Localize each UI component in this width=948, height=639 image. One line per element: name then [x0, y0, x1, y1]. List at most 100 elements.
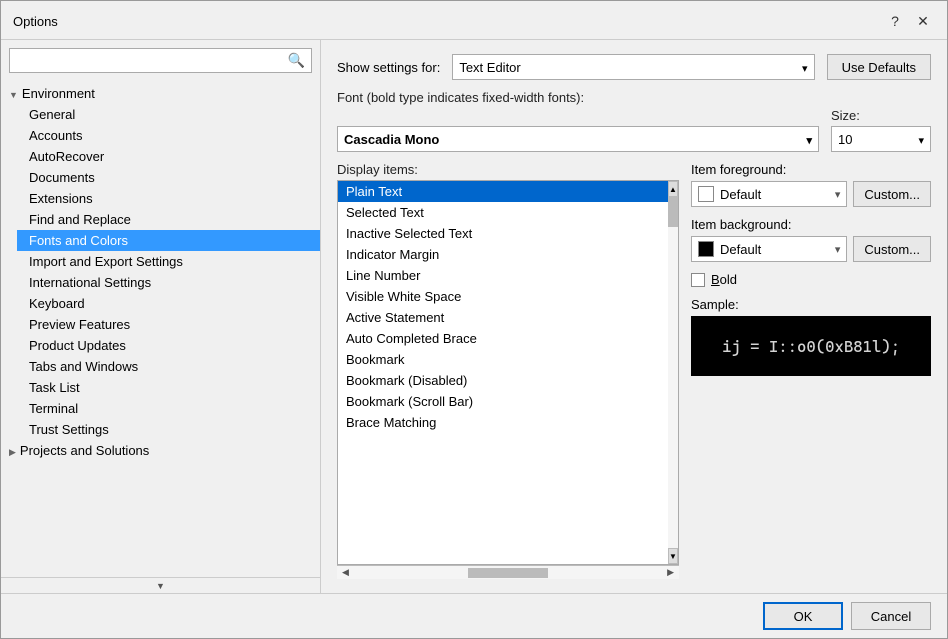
tree-group-environment[interactable]: Environment	[1, 83, 320, 104]
tree-item-accounts[interactable]: Accounts	[17, 125, 320, 146]
background-chevron	[835, 243, 841, 256]
left-panel: 🔍 Environment General Accounts AutoR	[1, 40, 321, 593]
list-item-inactive-selected[interactable]: Inactive Selected Text	[338, 223, 668, 244]
background-swatch	[698, 241, 714, 257]
foreground-chevron	[835, 188, 841, 201]
background-value: Default	[720, 242, 761, 257]
list-item-auto-completed-brace[interactable]: Auto Completed Brace	[338, 328, 668, 349]
custom-fg-button[interactable]: Custom...	[853, 181, 931, 207]
tree-scroll-down-btn[interactable]: ▼	[1, 577, 320, 593]
list-h-scrollbar: ◀ ▶	[337, 565, 679, 579]
item-foreground-group: Item foreground: Default Custom...	[691, 162, 931, 207]
item-background-group: Item background: Default Custom...	[691, 217, 931, 262]
size-group: Size: 10	[831, 108, 931, 152]
tree-item-documents[interactable]: Documents	[17, 167, 320, 188]
custom-bg-button[interactable]: Custom...	[853, 236, 931, 262]
list-scroll-down-btn[interactable]: ▼	[668, 548, 678, 564]
close-button[interactable]: ✕	[911, 9, 935, 33]
search-box[interactable]: 🔍	[9, 48, 312, 73]
font-label: Font (bold type indicates fixed-width fo…	[337, 90, 931, 105]
tree-item-product-updates[interactable]: Product Updates	[17, 335, 320, 356]
h-scroll-right-btn[interactable]: ▶	[664, 567, 677, 578]
settings-for-dropdown[interactable]: Text Editor	[452, 54, 814, 80]
ok-button[interactable]: OK	[763, 602, 843, 630]
list-scroll-track	[668, 227, 678, 548]
item-foreground-dropdown[interactable]: Default	[691, 181, 847, 207]
tree-item-general[interactable]: General	[17, 104, 320, 125]
projects-expand-icon	[9, 443, 16, 458]
settings-for-value: Text Editor	[459, 60, 520, 75]
sample-text: ij = I::o0(0xB81l);	[722, 337, 900, 356]
help-button[interactable]: ?	[883, 9, 907, 33]
tree-item-fonts-colors[interactable]: Fonts and Colors	[17, 230, 320, 251]
item-background-dropdown[interactable]: Default	[691, 236, 847, 262]
chevron-down-icon: ▼	[156, 581, 165, 591]
font-value: Cascadia Mono	[344, 132, 439, 147]
sample-label: Sample:	[691, 297, 931, 312]
use-defaults-button[interactable]: Use Defaults	[827, 54, 931, 80]
display-items-panel: Display items: Plain Text Selected Text …	[337, 162, 679, 579]
title-bar-left: Options	[13, 14, 58, 29]
tree-item-extensions[interactable]: Extensions	[17, 188, 320, 209]
projects-label: Projects and Solutions	[20, 443, 149, 458]
list-item-plain-text[interactable]: Plain Text	[338, 181, 668, 202]
foreground-value: Default	[720, 187, 761, 202]
tree-group-projects[interactable]: Projects and Solutions	[1, 440, 320, 461]
dialog-content: 🔍 Environment General Accounts AutoR	[1, 40, 947, 593]
size-chevron	[918, 132, 924, 147]
h-scroll-thumb[interactable]	[468, 568, 548, 578]
h-scroll-left-btn[interactable]: ◀	[339, 567, 352, 578]
tree-item-keyboard[interactable]: Keyboard	[17, 293, 320, 314]
tree-item-terminal[interactable]: Terminal	[17, 398, 320, 419]
search-button[interactable]: 🔍	[286, 52, 307, 69]
tree-item-import-export[interactable]: Import and Export Settings	[17, 251, 320, 272]
tree-item-trust[interactable]: Trust Settings	[17, 419, 320, 440]
item-background-label: Item background:	[691, 217, 931, 232]
item-foreground-row: Default Custom...	[691, 181, 931, 207]
options-dialog: Options ? ✕ 🔍 Environment General	[0, 0, 948, 639]
tree-item-find-replace[interactable]: Find and Replace	[17, 209, 320, 230]
title-bar-right: ? ✕	[883, 9, 935, 33]
size-dropdown[interactable]: 10	[831, 126, 931, 152]
list-scroll-up-btn[interactable]: ▲	[668, 181, 678, 197]
display-items-label: Display items:	[337, 162, 679, 177]
tree-item-tabs-windows[interactable]: Tabs and Windows	[17, 356, 320, 377]
bold-checkbox[interactable]	[691, 273, 705, 287]
tree-item-international[interactable]: International Settings	[17, 272, 320, 293]
title-bar: Options ? ✕	[1, 1, 947, 40]
right-panel: Show settings for: Text Editor Use Defau…	[321, 40, 947, 593]
display-items-section: Display items: Plain Text Selected Text …	[337, 162, 931, 579]
settings-for-chevron	[802, 60, 808, 75]
display-items-list: Plain Text Selected Text Inactive Select…	[338, 181, 668, 564]
list-item-brace-matching[interactable]: Brace Matching	[338, 412, 668, 433]
item-background-row: Default Custom...	[691, 236, 931, 262]
cancel-button[interactable]: Cancel	[851, 602, 931, 630]
bold-row: Bold	[691, 272, 931, 287]
tree-item-preview[interactable]: Preview Features	[17, 314, 320, 335]
list-item-bookmark-scroll[interactable]: Bookmark (Scroll Bar)	[338, 391, 668, 412]
list-item-bookmark-disabled[interactable]: Bookmark (Disabled)	[338, 370, 668, 391]
search-input[interactable]	[14, 51, 286, 70]
tree-container: Environment General Accounts AutoRecover…	[1, 81, 320, 577]
list-item-visible-white-space[interactable]: Visible White Space	[338, 286, 668, 307]
font-chevron	[806, 132, 812, 147]
font-row: Cascadia Mono Size: 10	[337, 108, 931, 152]
environment-label: Environment	[22, 86, 95, 101]
list-item-selected-text[interactable]: Selected Text	[338, 202, 668, 223]
tree-item-autorecover[interactable]: AutoRecover	[17, 146, 320, 167]
display-items-list-wrap: Plain Text Selected Text Inactive Select…	[337, 180, 679, 565]
show-settings-label: Show settings for:	[337, 60, 440, 75]
list-item-indicator-margin[interactable]: Indicator Margin	[338, 244, 668, 265]
list-scroll-thumb[interactable]	[668, 197, 678, 227]
foreground-swatch	[698, 186, 714, 202]
tree-item-task-list[interactable]: Task List	[17, 377, 320, 398]
list-item-line-number[interactable]: Line Number	[338, 265, 668, 286]
settings-for-row: Show settings for: Text Editor Use Defau…	[337, 54, 931, 80]
right-controls: Item foreground: Default Custom...	[691, 162, 931, 579]
font-dropdown[interactable]: Cascadia Mono	[337, 126, 819, 152]
list-item-bookmark[interactable]: Bookmark	[338, 349, 668, 370]
font-label-row: Font (bold type indicates fixed-width fo…	[337, 90, 931, 152]
size-label: Size:	[831, 108, 931, 123]
environment-children: General Accounts AutoRecover Documents E…	[1, 104, 320, 440]
list-item-active-statement[interactable]: Active Statement	[338, 307, 668, 328]
